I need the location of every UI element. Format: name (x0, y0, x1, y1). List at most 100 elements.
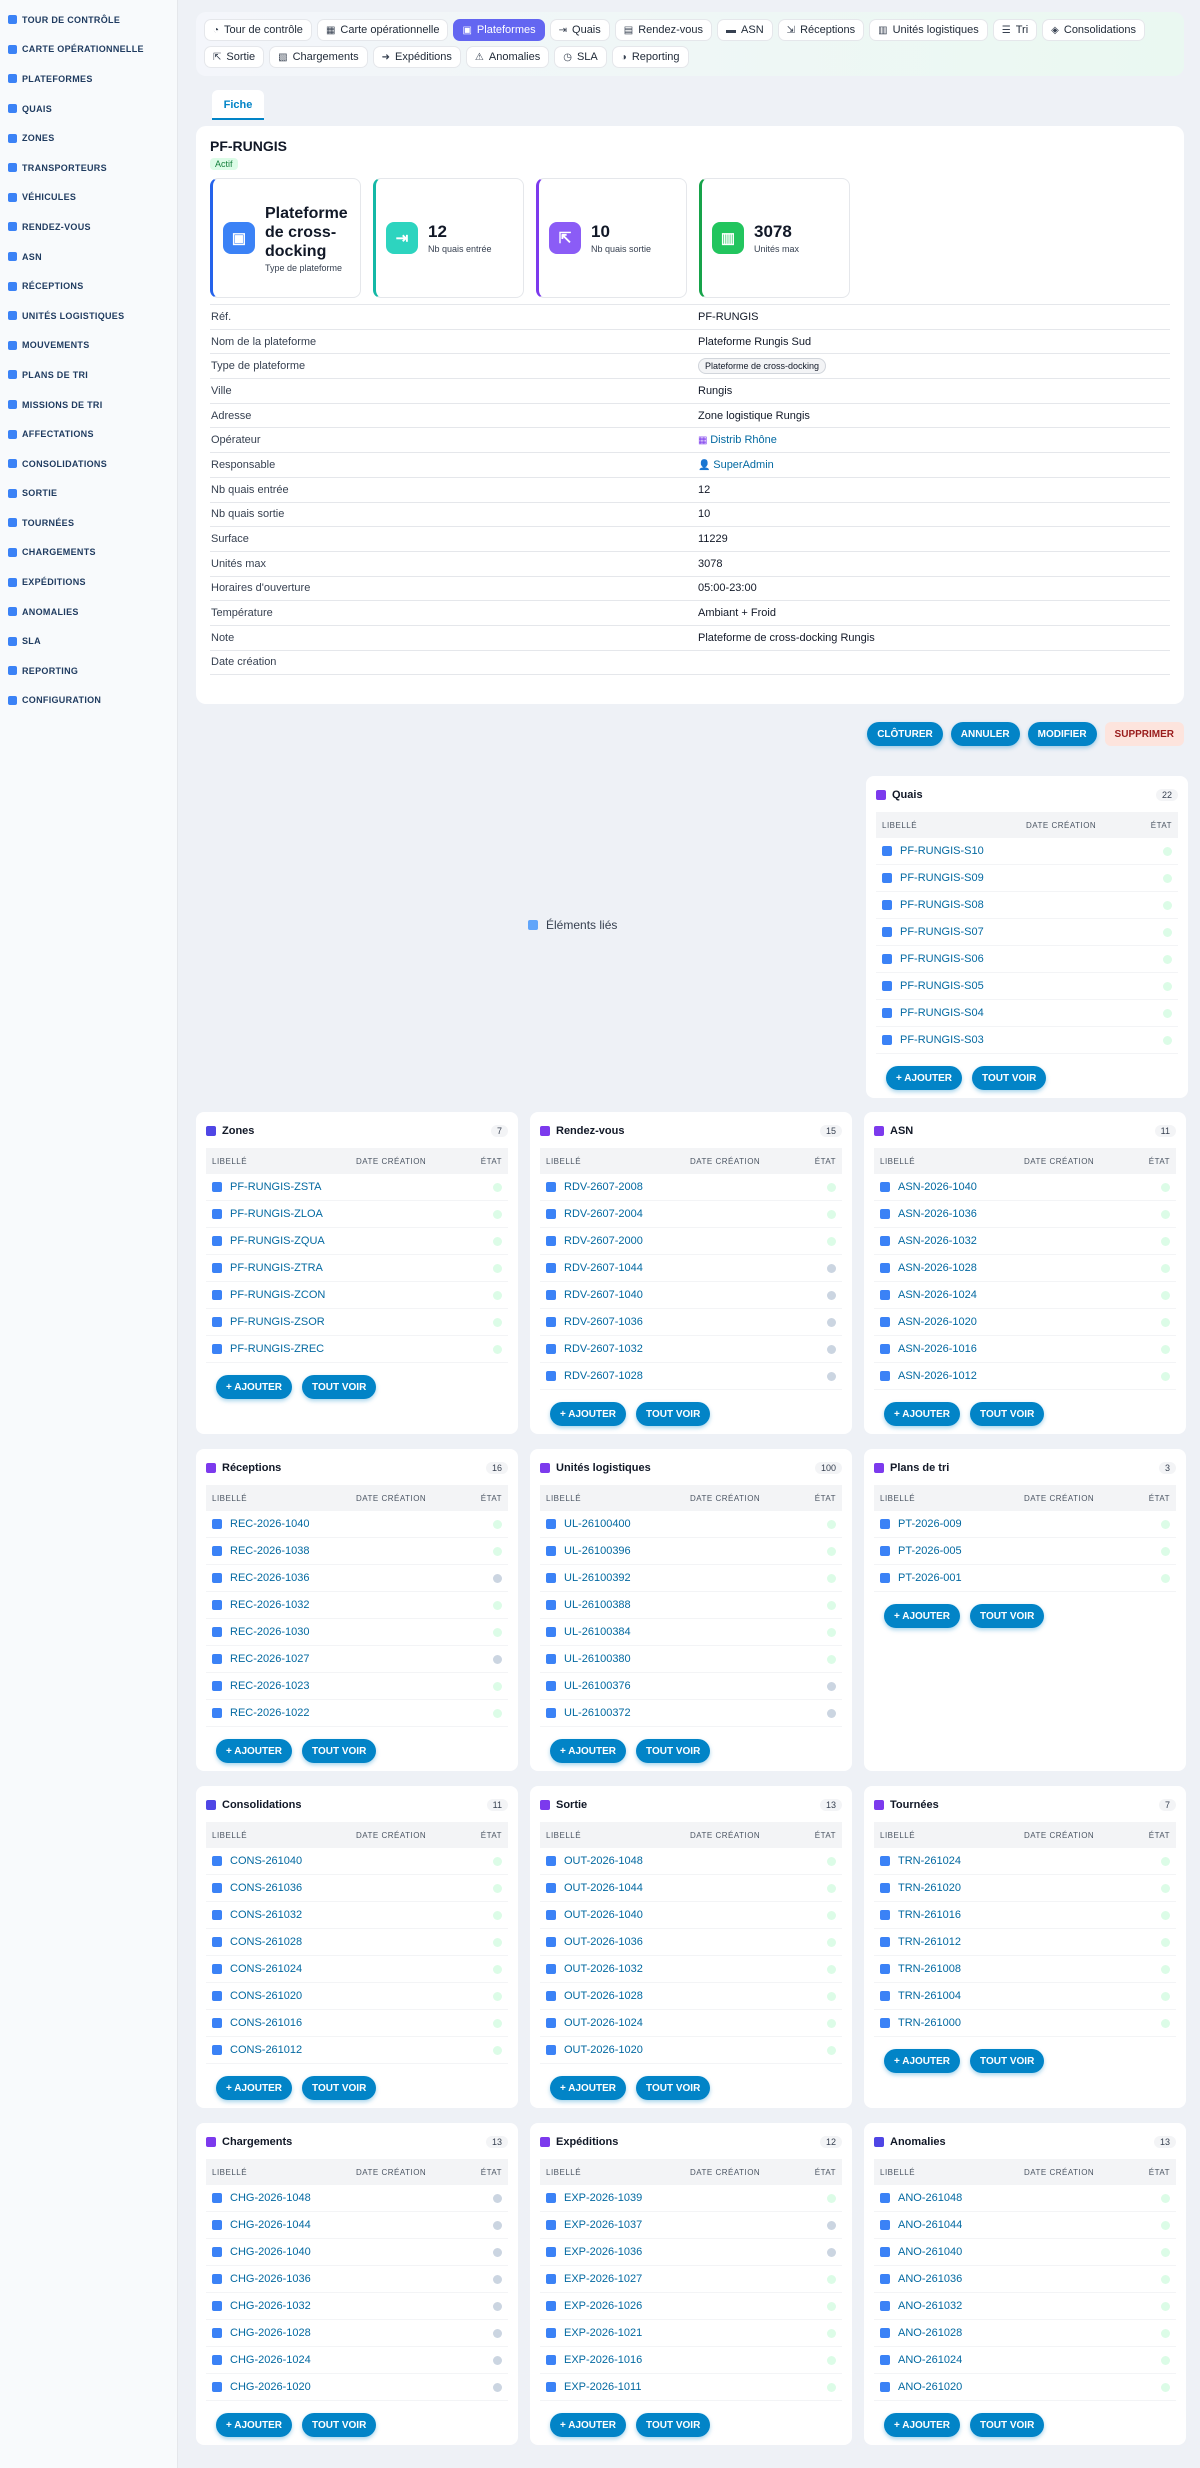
row-link[interactable]: RDV-2607-1040 (564, 1289, 643, 1301)
view-all-button[interactable]: TOUT VOIR (302, 2413, 377, 2437)
row-link[interactable]: PF-RUNGIS-S07 (900, 926, 984, 938)
row-link[interactable]: EXP-2026-1037 (564, 2219, 642, 2231)
table-row[interactable]: ANO-261044 (874, 2212, 1176, 2239)
sidebar-item-configuration[interactable]: Configuration (0, 686, 177, 716)
row-link[interactable]: ASN-2026-1040 (898, 1181, 977, 1193)
tab-quais[interactable]: ⇥ Quais (549, 19, 610, 41)
tab-sortie[interactable]: ⇱ Sortie (204, 46, 265, 68)
row-link[interactable]: OUT-2026-1040 (564, 1909, 643, 1921)
view-all-button[interactable]: TOUT VOIR (970, 2413, 1045, 2437)
row-link[interactable]: UL-26100384 (564, 1626, 631, 1638)
row-link[interactable]: ANO-261032 (898, 2300, 962, 2312)
table-row[interactable]: CONS-261016 (206, 2010, 508, 2037)
row-link[interactable]: CHG-2026-1048 (230, 2192, 311, 2204)
row-link[interactable]: CONS-261020 (230, 1990, 302, 2002)
sidebar-item-anomalies[interactable]: Anomalies (0, 597, 177, 627)
add-button[interactable]: + AJOUTER (550, 1402, 627, 1426)
table-row[interactable]: REC-2026-1038 (206, 1538, 508, 1565)
sidebar-item-quais[interactable]: Quais (0, 94, 177, 124)
tab-fiche[interactable]: Fiche (212, 90, 264, 120)
row-link[interactable]: ASN-2026-1036 (898, 1208, 977, 1220)
table-row[interactable]: CHG-2026-1020 (206, 2374, 508, 2401)
row-link[interactable]: PF-RUNGIS-S05 (900, 980, 984, 992)
table-row[interactable]: RDV-2607-1036 (540, 1309, 842, 1336)
row-link[interactable]: RDV-2607-1036 (564, 1316, 643, 1328)
table-row[interactable]: TRN-261008 (874, 1956, 1176, 1983)
table-row[interactable]: PT-2026-005 (874, 1538, 1176, 1565)
table-row[interactable]: CHG-2026-1044 (206, 2212, 508, 2239)
table-row[interactable]: EXP-2026-1027 (540, 2266, 842, 2293)
table-row[interactable]: CHG-2026-1028 (206, 2320, 508, 2347)
table-row[interactable]: REC-2026-1030 (206, 1619, 508, 1646)
table-row[interactable]: ASN-2026-1020 (874, 1309, 1176, 1336)
row-link[interactable]: EXP-2026-1039 (564, 2192, 642, 2204)
table-row[interactable]: CHG-2026-1024 (206, 2347, 508, 2374)
row-link[interactable]: UL-26100372 (564, 1707, 631, 1719)
table-row[interactable]: ANO-261028 (874, 2320, 1176, 2347)
row-link[interactable]: OUT-2026-1036 (564, 1936, 643, 1948)
row-link[interactable]: PT-2026-005 (898, 1545, 962, 1557)
field-link[interactable]: Distrib Rhône (710, 434, 777, 446)
table-row[interactable]: PF-RUNGIS-S04 (876, 1000, 1178, 1027)
table-row[interactable]: ANO-261020 (874, 2374, 1176, 2401)
row-link[interactable]: ANO-261028 (898, 2327, 962, 2339)
table-row[interactable]: PF-RUNGIS-ZTRA (206, 1255, 508, 1282)
field-link[interactable]: SuperAdmin (713, 459, 774, 471)
row-link[interactable]: CHG-2026-1040 (230, 2246, 311, 2258)
table-row[interactable]: RDV-2607-2004 (540, 1201, 842, 1228)
view-all-button[interactable]: TOUT VOIR (636, 2413, 711, 2437)
row-link[interactable]: ASN-2026-1020 (898, 1316, 977, 1328)
row-link[interactable]: UL-26100396 (564, 1545, 631, 1557)
sidebar-item-rendez-vous[interactable]: Rendez-vous (0, 212, 177, 242)
row-link[interactable]: OUT-2026-1044 (564, 1882, 643, 1894)
table-row[interactable]: ANO-261032 (874, 2293, 1176, 2320)
sidebar-item-vehicules[interactable]: Véhicules (0, 183, 177, 213)
table-row[interactable]: EXP-2026-1011 (540, 2374, 842, 2401)
table-row[interactable]: ANO-261040 (874, 2239, 1176, 2266)
tab-carte-operationnelle[interactable]: ▦ Carte opérationnelle (316, 19, 449, 41)
table-row[interactable]: CONS-261012 (206, 2037, 508, 2064)
table-row[interactable]: PF-RUNGIS-S09 (876, 865, 1178, 892)
sidebar-item-asn[interactable]: ASN (0, 242, 177, 272)
sidebar-item-plateformes[interactable]: Plateformes (0, 64, 177, 94)
table-row[interactable]: CHG-2026-1032 (206, 2293, 508, 2320)
row-link[interactable]: OUT-2026-1048 (564, 1855, 643, 1867)
table-row[interactable]: EXP-2026-1016 (540, 2347, 842, 2374)
field-value[interactable]: ▦ Distrib Rhône (698, 434, 777, 446)
row-link[interactable]: CONS-261032 (230, 1909, 302, 1921)
table-row[interactable]: TRN-261024 (874, 1848, 1176, 1875)
row-link[interactable]: PF-RUNGIS-ZQUA (230, 1235, 325, 1247)
sidebar-item-receptions[interactable]: Réceptions (0, 271, 177, 301)
table-row[interactable]: ANO-261048 (874, 2185, 1176, 2212)
table-row[interactable]: UL-26100384 (540, 1619, 842, 1646)
row-link[interactable]: ANO-261020 (898, 2381, 962, 2393)
row-link[interactable]: TRN-261016 (898, 1909, 961, 1921)
add-button[interactable]: + AJOUTER (884, 2413, 961, 2437)
tab-sla[interactable]: ◷ SLA (554, 46, 607, 68)
row-link[interactable]: ANO-261036 (898, 2273, 962, 2285)
row-link[interactable]: ASN-2026-1028 (898, 1262, 977, 1274)
add-button[interactable]: + AJOUTER (550, 2413, 627, 2437)
row-link[interactable]: RDV-2607-1032 (564, 1343, 643, 1355)
table-row[interactable]: CONS-261020 (206, 1983, 508, 2010)
row-link[interactable]: CONS-261036 (230, 1882, 302, 1894)
row-link[interactable]: TRN-261004 (898, 1990, 961, 2002)
table-row[interactable]: ASN-2026-1040 (874, 1174, 1176, 1201)
sidebar-item-tour-de-controle[interactable]: Tour de contrôle (0, 5, 177, 35)
table-row[interactable]: CONS-261028 (206, 1929, 508, 1956)
table-row[interactable]: REC-2026-1036 (206, 1565, 508, 1592)
view-all-button[interactable]: TOUT VOIR (972, 1066, 1047, 1090)
table-row[interactable]: UL-26100372 (540, 1700, 842, 1727)
table-row[interactable]: EXP-2026-1036 (540, 2239, 842, 2266)
row-link[interactable]: PF-RUNGIS-S08 (900, 899, 984, 911)
table-row[interactable]: REC-2026-1027 (206, 1646, 508, 1673)
table-row[interactable]: OUT-2026-1028 (540, 1983, 842, 2010)
tab-expeditions[interactable]: ➜ Expéditions (372, 46, 461, 68)
table-row[interactable]: UL-26100376 (540, 1673, 842, 1700)
table-row[interactable]: RDV-2607-1040 (540, 1282, 842, 1309)
table-row[interactable]: UL-26100388 (540, 1592, 842, 1619)
row-link[interactable]: UL-26100388 (564, 1599, 631, 1611)
row-link[interactable]: CHG-2026-1024 (230, 2354, 311, 2366)
sidebar-item-chargements[interactable]: Chargements (0, 538, 177, 568)
table-row[interactable]: CHG-2026-1036 (206, 2266, 508, 2293)
